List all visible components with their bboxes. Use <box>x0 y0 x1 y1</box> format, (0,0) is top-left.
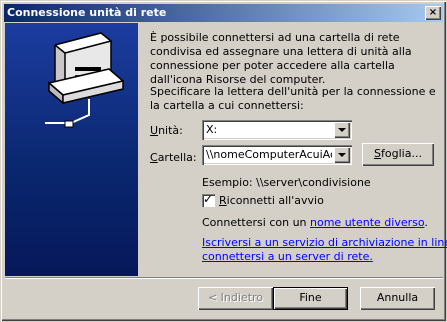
example-text: Esempio: \\server\condivisione <box>202 176 371 189</box>
folder-combo[interactable]: \\nomeComputerAcuiAcce <box>202 145 352 165</box>
close-button[interactable]: × <box>425 6 441 20</box>
back-button[interactable]: < Indietro <box>198 287 273 310</box>
archive-link-line2[interactable]: connettersi a un server di rete. <box>202 250 373 263</box>
window-title: Connessione unità di rete <box>7 6 167 19</box>
folder-value: \\nomeComputerAcuiAcce <box>206 148 332 161</box>
drive-value: X: <box>206 123 218 136</box>
instruction-text: Specificare la lettera dell'unità per la… <box>150 85 436 112</box>
close-icon: × <box>428 7 438 18</box>
dialog-window: Connessione unità di rete × È possibile … <box>0 0 447 322</box>
button-separator <box>5 277 443 279</box>
archive-link-block[interactable]: Iscriversi a un servizio di archiviazion… <box>202 236 447 264</box>
network-drive-icon <box>45 32 125 128</box>
archive-link-line1[interactable]: Iscriversi a un servizio di archiviazion… <box>202 236 447 249</box>
browse-button[interactable]: Sfoglia... <box>362 143 434 166</box>
reconnect-label[interactable]: Riconnetti all'avvio <box>219 194 324 207</box>
chevron-down-icon[interactable] <box>334 122 350 138</box>
content-area: È possibile connettersi ad una cartella … <box>138 23 447 276</box>
connect-as-text: Connettersi con un nome utente diverso. <box>202 216 428 229</box>
title-bar[interactable]: Connessione unità di rete × <box>4 4 443 22</box>
check-icon: ✓ <box>203 192 214 206</box>
cancel-button[interactable]: Annulla <box>360 287 435 310</box>
intro-text: È possibile connettersi ad una cartella … <box>150 31 412 86</box>
finish-button[interactable]: Fine <box>273 287 348 310</box>
chevron-down-icon[interactable] <box>334 147 350 163</box>
side-panel <box>5 23 138 276</box>
drive-select[interactable]: X: <box>202 120 352 140</box>
different-user-link[interactable]: nome utente diverso <box>310 216 424 229</box>
folder-label: Cartella: <box>150 151 197 164</box>
drive-label: Unità: <box>150 124 183 137</box>
reconnect-checkbox[interactable]: ✓ <box>202 192 215 207</box>
